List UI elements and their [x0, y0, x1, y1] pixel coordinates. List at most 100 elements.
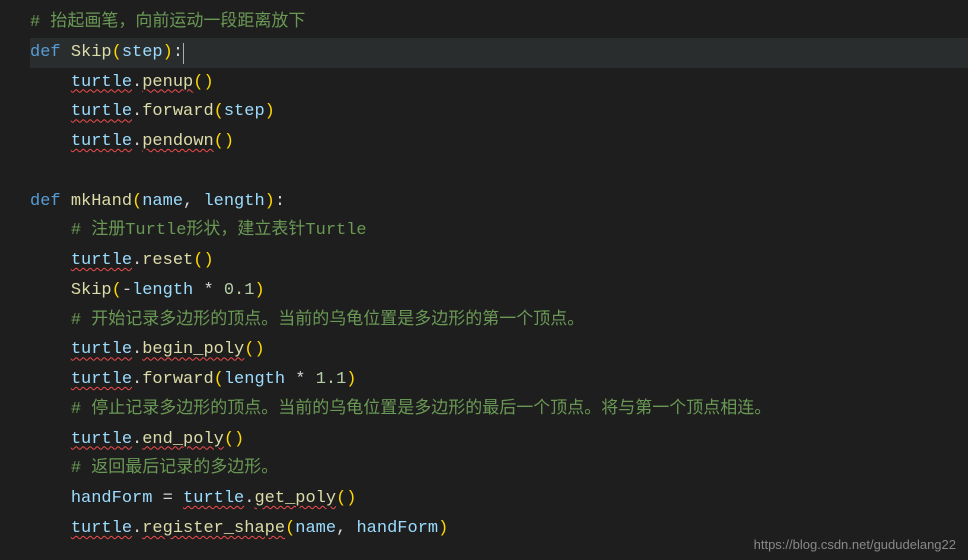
method-name: begin_poly [142, 340, 244, 359]
indent [30, 489, 71, 508]
object-name: turtle [71, 340, 132, 359]
indent [30, 281, 71, 300]
operator: - [122, 281, 132, 300]
operator: * [285, 370, 316, 389]
object-name: turtle [183, 489, 244, 508]
number-literal: 1.1 [316, 370, 347, 389]
dot: . [132, 102, 142, 121]
watermark-text: https://blog.csdn.net/gududelang22 [754, 537, 956, 552]
text-cursor [183, 43, 184, 63]
comment-text: # 停止记录多边形的顶点。当前的乌龟位置是多边形的最后一个顶点。将与第一个顶点相… [71, 400, 771, 419]
code-line: turtle.end_poly() [30, 425, 968, 455]
paren-close: ) [265, 102, 275, 121]
dot: . [244, 489, 254, 508]
method-name: register_shape [142, 519, 285, 538]
comment-text: # 注册Turtle形状，建立表针Turtle [71, 221, 367, 240]
parens: () [244, 340, 264, 359]
parens: () [193, 251, 213, 270]
argument: length [224, 370, 285, 389]
indent [30, 340, 71, 359]
comment-text: # 返回最后记录的多边形。 [71, 459, 278, 478]
argument: step [224, 102, 265, 121]
indent [30, 73, 71, 92]
method-name: forward [142, 102, 213, 121]
function-name: mkHand [71, 192, 132, 211]
keyword-def: def [30, 43, 71, 62]
code-line-active: def Skip(step): [30, 38, 968, 68]
method-name: penup [142, 73, 193, 92]
dot: . [132, 370, 142, 389]
method-name: reset [142, 251, 193, 270]
comment-text: # 抬起画笔，向前运动一段距离放下 [30, 13, 305, 32]
object-name: turtle [71, 132, 132, 151]
colon: : [173, 43, 183, 62]
number-literal: 0.1 [224, 281, 255, 300]
operator: * [193, 281, 224, 300]
object-name: turtle [71, 73, 132, 92]
object-name: turtle [71, 102, 132, 121]
paren-open: ( [285, 519, 295, 538]
comma: , [183, 192, 203, 211]
function-call: Skip [71, 281, 112, 300]
object-name: turtle [71, 430, 132, 449]
dot: . [132, 340, 142, 359]
indent [30, 400, 71, 419]
code-line: # 返回最后记录的多边形。 [30, 454, 968, 484]
dot: . [132, 430, 142, 449]
parameter: step [122, 43, 163, 62]
code-line: turtle.reset() [30, 246, 968, 276]
code-line: turtle.pendown() [30, 127, 968, 157]
paren-close: ) [163, 43, 173, 62]
paren-close: ) [265, 192, 275, 211]
parens: () [336, 489, 356, 508]
paren-open: ( [132, 192, 142, 211]
indent [30, 221, 71, 240]
object-name: turtle [71, 251, 132, 270]
code-line: Skip(-length * 0.1) [30, 276, 968, 306]
dot: . [132, 73, 142, 92]
code-line: # 注册Turtle形状，建立表针Turtle [30, 216, 968, 246]
code-line: handForm = turtle.get_poly() [30, 484, 968, 514]
argument: length [132, 281, 193, 300]
argument: name [295, 519, 336, 538]
dot: . [132, 251, 142, 270]
paren-open: ( [214, 102, 224, 121]
code-line: turtle.begin_poly() [30, 335, 968, 365]
code-line-blank [30, 157, 968, 187]
code-line: # 停止记录多边形的顶点。当前的乌龟位置是多边形的最后一个顶点。将与第一个顶点相… [30, 395, 968, 425]
code-line: def mkHand(name, length): [30, 187, 968, 217]
paren-close: ) [346, 370, 356, 389]
code-line: turtle.forward(step) [30, 97, 968, 127]
colon: : [275, 192, 285, 211]
object-name: turtle [71, 370, 132, 389]
indent [30, 132, 71, 151]
keyword-def: def [30, 192, 71, 211]
indent [30, 102, 71, 121]
parens: () [193, 73, 213, 92]
parameter: length [203, 192, 264, 211]
comma: , [336, 519, 356, 538]
dot: . [132, 519, 142, 538]
indent [30, 311, 71, 330]
operator: = [152, 489, 183, 508]
argument: handForm [356, 519, 438, 538]
comment-text: # 开始记录多边形的顶点。当前的乌龟位置是多边形的第一个顶点。 [71, 311, 584, 330]
paren-open: ( [112, 43, 122, 62]
code-editor[interactable]: # 抬起画笔，向前运动一段距离放下 def Skip(step): turtle… [0, 0, 968, 552]
parens: () [224, 430, 244, 449]
method-name: end_poly [142, 430, 224, 449]
indent [30, 519, 71, 538]
paren-close: ) [438, 519, 448, 538]
code-line: turtle.penup() [30, 68, 968, 98]
indent [30, 430, 71, 449]
code-line: turtle.forward(length * 1.1) [30, 365, 968, 395]
indent [30, 459, 71, 478]
method-name: pendown [142, 132, 213, 151]
method-name: forward [142, 370, 213, 389]
dot: . [132, 132, 142, 151]
variable-name: handForm [71, 489, 153, 508]
code-line: # 开始记录多边形的顶点。当前的乌龟位置是多边形的第一个顶点。 [30, 306, 968, 336]
object-name: turtle [71, 519, 132, 538]
indent [30, 251, 71, 270]
paren-open: ( [112, 281, 122, 300]
